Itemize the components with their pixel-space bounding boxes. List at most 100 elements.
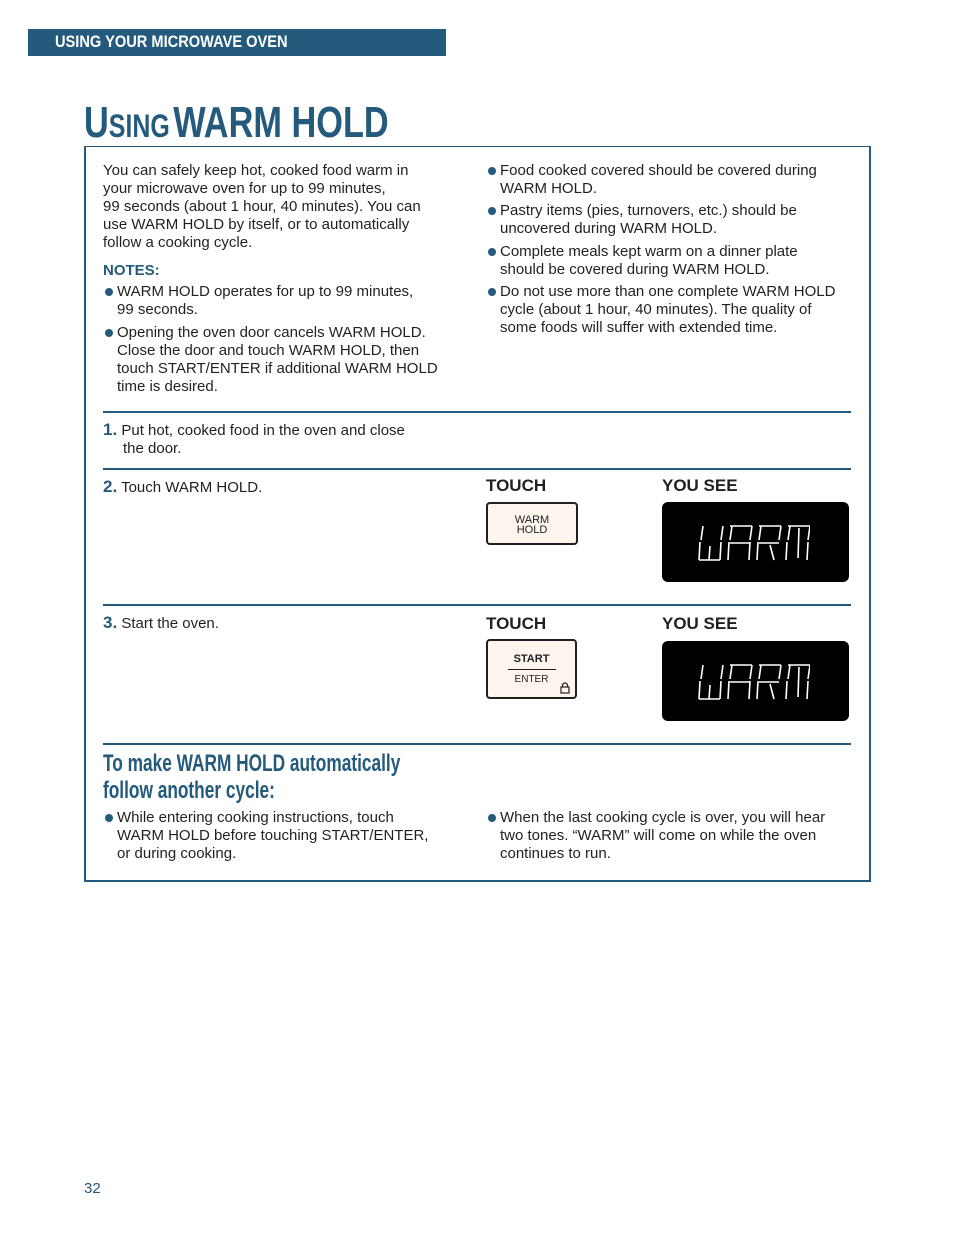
section-header-text: USING YOUR MICROWAVE OVEN bbox=[55, 32, 288, 51]
you-see-label: YOU SEE bbox=[662, 476, 738, 495]
note-item: WARM HOLD operates for up to 99 minutes,… bbox=[103, 283, 413, 319]
bullet-icon bbox=[105, 329, 113, 337]
step-1: 1. Put hot, cooked food in the oven and … bbox=[103, 421, 405, 458]
page-number: 32 bbox=[84, 1180, 101, 1197]
intro-line: You can safely keep hot, cooked food war… bbox=[103, 162, 409, 179]
tip-item: Pastry items (pies, turnovers, etc.) sho… bbox=[486, 202, 797, 238]
note-line: time is desired. bbox=[117, 378, 218, 395]
led-segment bbox=[719, 680, 722, 700]
step-3: 3. Start the oven. bbox=[103, 614, 219, 633]
auto-line: or during cooking. bbox=[117, 845, 237, 862]
divider bbox=[103, 743, 851, 745]
bullet-icon bbox=[488, 814, 496, 822]
tip-line: uncovered during WARM HOLD. bbox=[500, 220, 718, 237]
led-segment bbox=[756, 541, 759, 561]
step-2: 2. Touch WARM HOLD. bbox=[103, 478, 262, 497]
led-segment bbox=[708, 684, 711, 700]
step-text: Touch WARM HOLD. bbox=[121, 479, 263, 496]
step-number: 3. bbox=[103, 613, 118, 632]
tip-line: Food cooked covered should be covered du… bbox=[500, 162, 817, 179]
note-line: Opening the oven door cancels WARM HOLD. bbox=[117, 324, 426, 341]
led-display bbox=[662, 502, 849, 582]
notes-label: NOTES: bbox=[103, 262, 160, 279]
step-text: Put hot, cooked food in the oven and clo… bbox=[121, 422, 405, 439]
led-segment bbox=[778, 525, 782, 541]
tip-item: Do not use more than one complete WARM H… bbox=[486, 283, 835, 337]
note-line: Close the door and touch WARM HOLD, then bbox=[117, 342, 420, 359]
auto-line: continues to run. bbox=[500, 845, 611, 862]
bullet-icon bbox=[488, 167, 496, 175]
title-main: WARM HOLD bbox=[173, 98, 389, 147]
title-initial: U bbox=[84, 98, 109, 147]
tip-line: Complete meals kept warm on a dinner pla… bbox=[500, 243, 798, 260]
tip-line: Pastry items (pies, turnovers, etc.) sho… bbox=[500, 202, 797, 219]
bullet-icon bbox=[488, 288, 496, 296]
led-segment bbox=[720, 525, 724, 541]
intro-line: your microwave oven for up to 99 minutes… bbox=[103, 180, 386, 197]
led-segment bbox=[720, 664, 724, 680]
led-segment bbox=[698, 541, 701, 561]
step-text: the door. bbox=[123, 440, 182, 457]
auto-line: When the last cooking cycle is over, you… bbox=[500, 809, 826, 826]
led-text-warm bbox=[698, 664, 810, 700]
led-segment bbox=[727, 680, 730, 700]
bullet-icon bbox=[105, 288, 113, 296]
note-line: touch START/ENTER if additional WARM HOL… bbox=[117, 360, 438, 377]
led-segment bbox=[748, 541, 751, 561]
intro-line: follow a cooking cycle. bbox=[103, 234, 253, 251]
note-line: 99 seconds. bbox=[117, 301, 198, 318]
led-segment bbox=[729, 664, 733, 680]
led-segment bbox=[698, 680, 701, 700]
tip-line: WARM HOLD. bbox=[500, 180, 597, 197]
auto-item: When the last cooking cycle is over, you… bbox=[486, 809, 825, 863]
title-smallcaps: SING bbox=[108, 108, 170, 144]
tip-item: Food cooked covered should be covered du… bbox=[486, 162, 817, 198]
led-segment bbox=[797, 527, 800, 559]
tip-line: some foods will suffer with extended tim… bbox=[500, 319, 778, 336]
auto-line: WARM HOLD before touching START/ENTER, bbox=[117, 827, 429, 844]
note-line: WARM HOLD operates for up to 99 minutes, bbox=[117, 283, 414, 300]
tip-line: should be covered during WARM HOLD. bbox=[500, 261, 770, 278]
led-segment bbox=[806, 541, 809, 561]
tip-line: Do not use more than one complete WARM H… bbox=[500, 283, 836, 300]
led-display bbox=[662, 641, 849, 721]
led-segment bbox=[749, 664, 753, 680]
key-label: HOLD bbox=[516, 524, 548, 536]
led-segment bbox=[758, 664, 762, 680]
touch-label: TOUCH bbox=[486, 476, 547, 495]
tip-item: Complete meals kept warm on a dinner pla… bbox=[486, 243, 798, 279]
key-divider bbox=[508, 669, 556, 670]
bullet-icon bbox=[105, 814, 113, 822]
step-number: 2. bbox=[103, 477, 118, 496]
subheading-line: follow another cycle: bbox=[103, 777, 275, 804]
led-segment bbox=[719, 541, 722, 561]
intro-line: use WARM HOLD by itself, or to automatic… bbox=[103, 216, 410, 233]
section-header-bar: USING YOUR MICROWAVE OVEN bbox=[28, 29, 446, 56]
led-segment bbox=[797, 666, 800, 698]
subheading-line: To make WARM HOLD automatically bbox=[103, 750, 401, 777]
intro-paragraph: You can safely keep hot, cooked food war… bbox=[103, 162, 421, 252]
led-segment bbox=[729, 525, 733, 541]
led-segment bbox=[727, 541, 730, 561]
led-text-warm bbox=[698, 525, 810, 561]
divider bbox=[103, 468, 851, 470]
key-label: START bbox=[513, 653, 550, 665]
you-see-label: YOU SEE bbox=[662, 614, 738, 633]
led-segment bbox=[748, 680, 751, 700]
led-segment bbox=[778, 664, 782, 680]
led-segment bbox=[806, 680, 809, 700]
bullet-icon bbox=[488, 207, 496, 215]
divider bbox=[103, 604, 851, 606]
bullet-icon bbox=[488, 248, 496, 256]
led-segment bbox=[700, 664, 704, 680]
intro-line: 99 seconds (about 1 hour, 40 minutes). Y… bbox=[103, 198, 421, 215]
auto-line: two tones. “WARM” will come on while the… bbox=[500, 827, 817, 844]
note-item: Opening the oven door cancels WARM HOLD.… bbox=[103, 324, 438, 396]
auto-line: While entering cooking instructions, tou… bbox=[117, 809, 394, 826]
led-segment bbox=[807, 525, 810, 541]
tip-line: cycle (about 1 hour, 40 minutes). The qu… bbox=[500, 301, 812, 318]
lock-icon bbox=[560, 682, 570, 694]
led-segment bbox=[708, 545, 711, 561]
warm-hold-key: WARM HOLD bbox=[486, 502, 578, 545]
start-enter-key: START ENTER bbox=[486, 639, 577, 699]
